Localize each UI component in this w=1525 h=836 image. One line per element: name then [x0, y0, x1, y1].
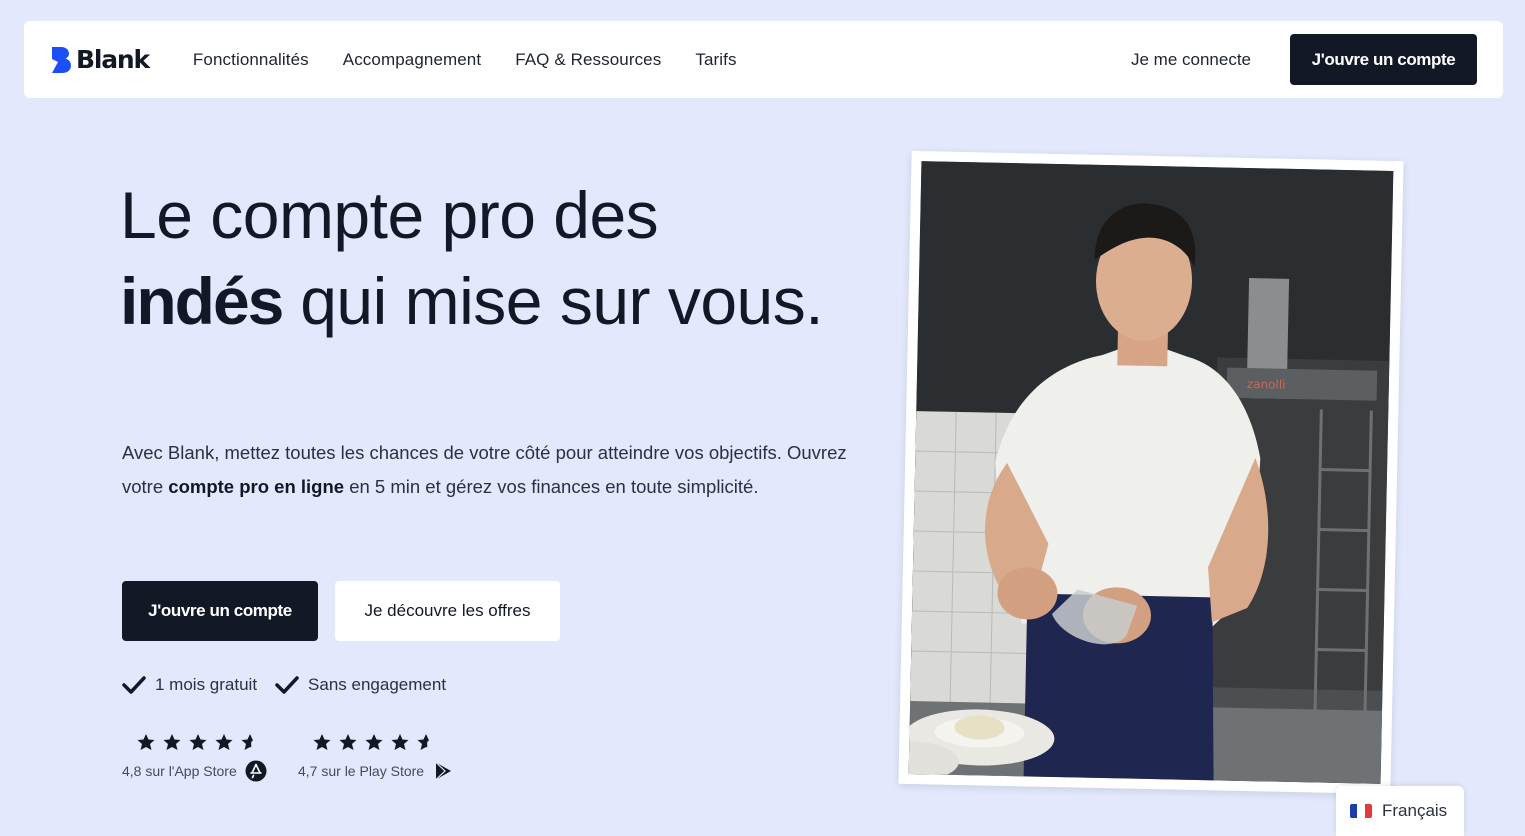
- star-icon: [365, 734, 383, 750]
- hero-title-bold: indés: [120, 264, 284, 338]
- app-store-rating: 4,8 sur l'App Store: [122, 733, 267, 782]
- language-label: Français: [1382, 801, 1448, 820]
- star-icon: [189, 734, 207, 750]
- hero-text-bold: compte pro en ligne: [168, 476, 345, 497]
- star-icon: [339, 734, 357, 750]
- hero-description: Avec Blank, mettez toutes les chances de…: [122, 436, 852, 504]
- discover-offers-button[interactable]: Je découvre les offres: [335, 581, 560, 641]
- perk-label: 1 mois gratuit: [155, 675, 258, 694]
- nav-link-accompagnement[interactable]: Accompagnement: [343, 50, 481, 70]
- star-icon: [313, 734, 331, 750]
- nav-link-fonctionnalites[interactable]: Fonctionnalités: [193, 50, 309, 70]
- star-rating: [136, 733, 267, 751]
- hero-title-part1: Le compte pro des: [120, 178, 659, 252]
- hero-title-part2: qui mise sur vous.: [282, 264, 824, 338]
- nav-links: Fonctionnalités Accompagnement FAQ & Res…: [193, 50, 737, 70]
- logo[interactable]: Blank: [50, 45, 150, 74]
- perk-item: Sans engagement: [275, 675, 446, 695]
- rating-label-row: 4,7 sur le Play Store: [298, 760, 454, 782]
- app-store-icon[interactable]: [245, 760, 267, 782]
- hero-photo-chef: zanolli: [908, 161, 1394, 784]
- logo-text: Blank: [76, 45, 150, 74]
- open-account-button[interactable]: J'ouvre un compte: [122, 581, 318, 641]
- language-selector[interactable]: Français: [1336, 786, 1464, 836]
- perks-list: 1 mois gratuit Sans engagement: [122, 675, 446, 695]
- check-icon: [122, 676, 146, 694]
- hero-photo-frame: zanolli: [898, 150, 1404, 795]
- perk-label: Sans engagement: [308, 675, 447, 694]
- blank-logo-icon: [52, 46, 71, 73]
- star-rating: [312, 733, 454, 751]
- svg-text:zanolli: zanolli: [1247, 377, 1286, 392]
- star-icon: [391, 734, 409, 750]
- nav-right: Je me connecte J'ouvre un compte: [1131, 34, 1477, 85]
- chef-photo-illustration: zanolli: [908, 161, 1394, 784]
- rating-label: 4,7 sur le Play Store: [298, 763, 425, 779]
- play-store-rating: 4,7 sur le Play Store: [298, 733, 454, 782]
- rating-label-row: 4,8 sur l'App Store: [122, 760, 267, 782]
- perk-item: 1 mois gratuit: [122, 675, 257, 695]
- star-icon: [163, 734, 181, 750]
- play-store-icon[interactable]: [432, 760, 454, 782]
- half-star-icon: [241, 734, 254, 750]
- half-star-icon: [417, 734, 430, 750]
- nav-link-tarifs[interactable]: Tarifs: [695, 50, 736, 70]
- check-icon: [275, 676, 299, 694]
- star-icon: [137, 734, 155, 750]
- rating-label: 4,8 sur l'App Store: [122, 763, 237, 779]
- france-flag-icon: [1350, 804, 1372, 818]
- open-account-button-header[interactable]: J'ouvre un compte: [1290, 34, 1477, 85]
- login-link[interactable]: Je me connecte: [1131, 50, 1251, 70]
- hero-title: Le compte pro des indés qui mise sur vou…: [120, 172, 840, 344]
- hero-text-part2: en 5 min et gérez vos finances en toute …: [344, 476, 759, 497]
- nav-link-faq-ressources[interactable]: FAQ & Ressources: [515, 50, 661, 70]
- star-icon: [215, 734, 233, 750]
- top-navbar: Blank Fonctionnalités Accompagnement FAQ…: [24, 21, 1503, 98]
